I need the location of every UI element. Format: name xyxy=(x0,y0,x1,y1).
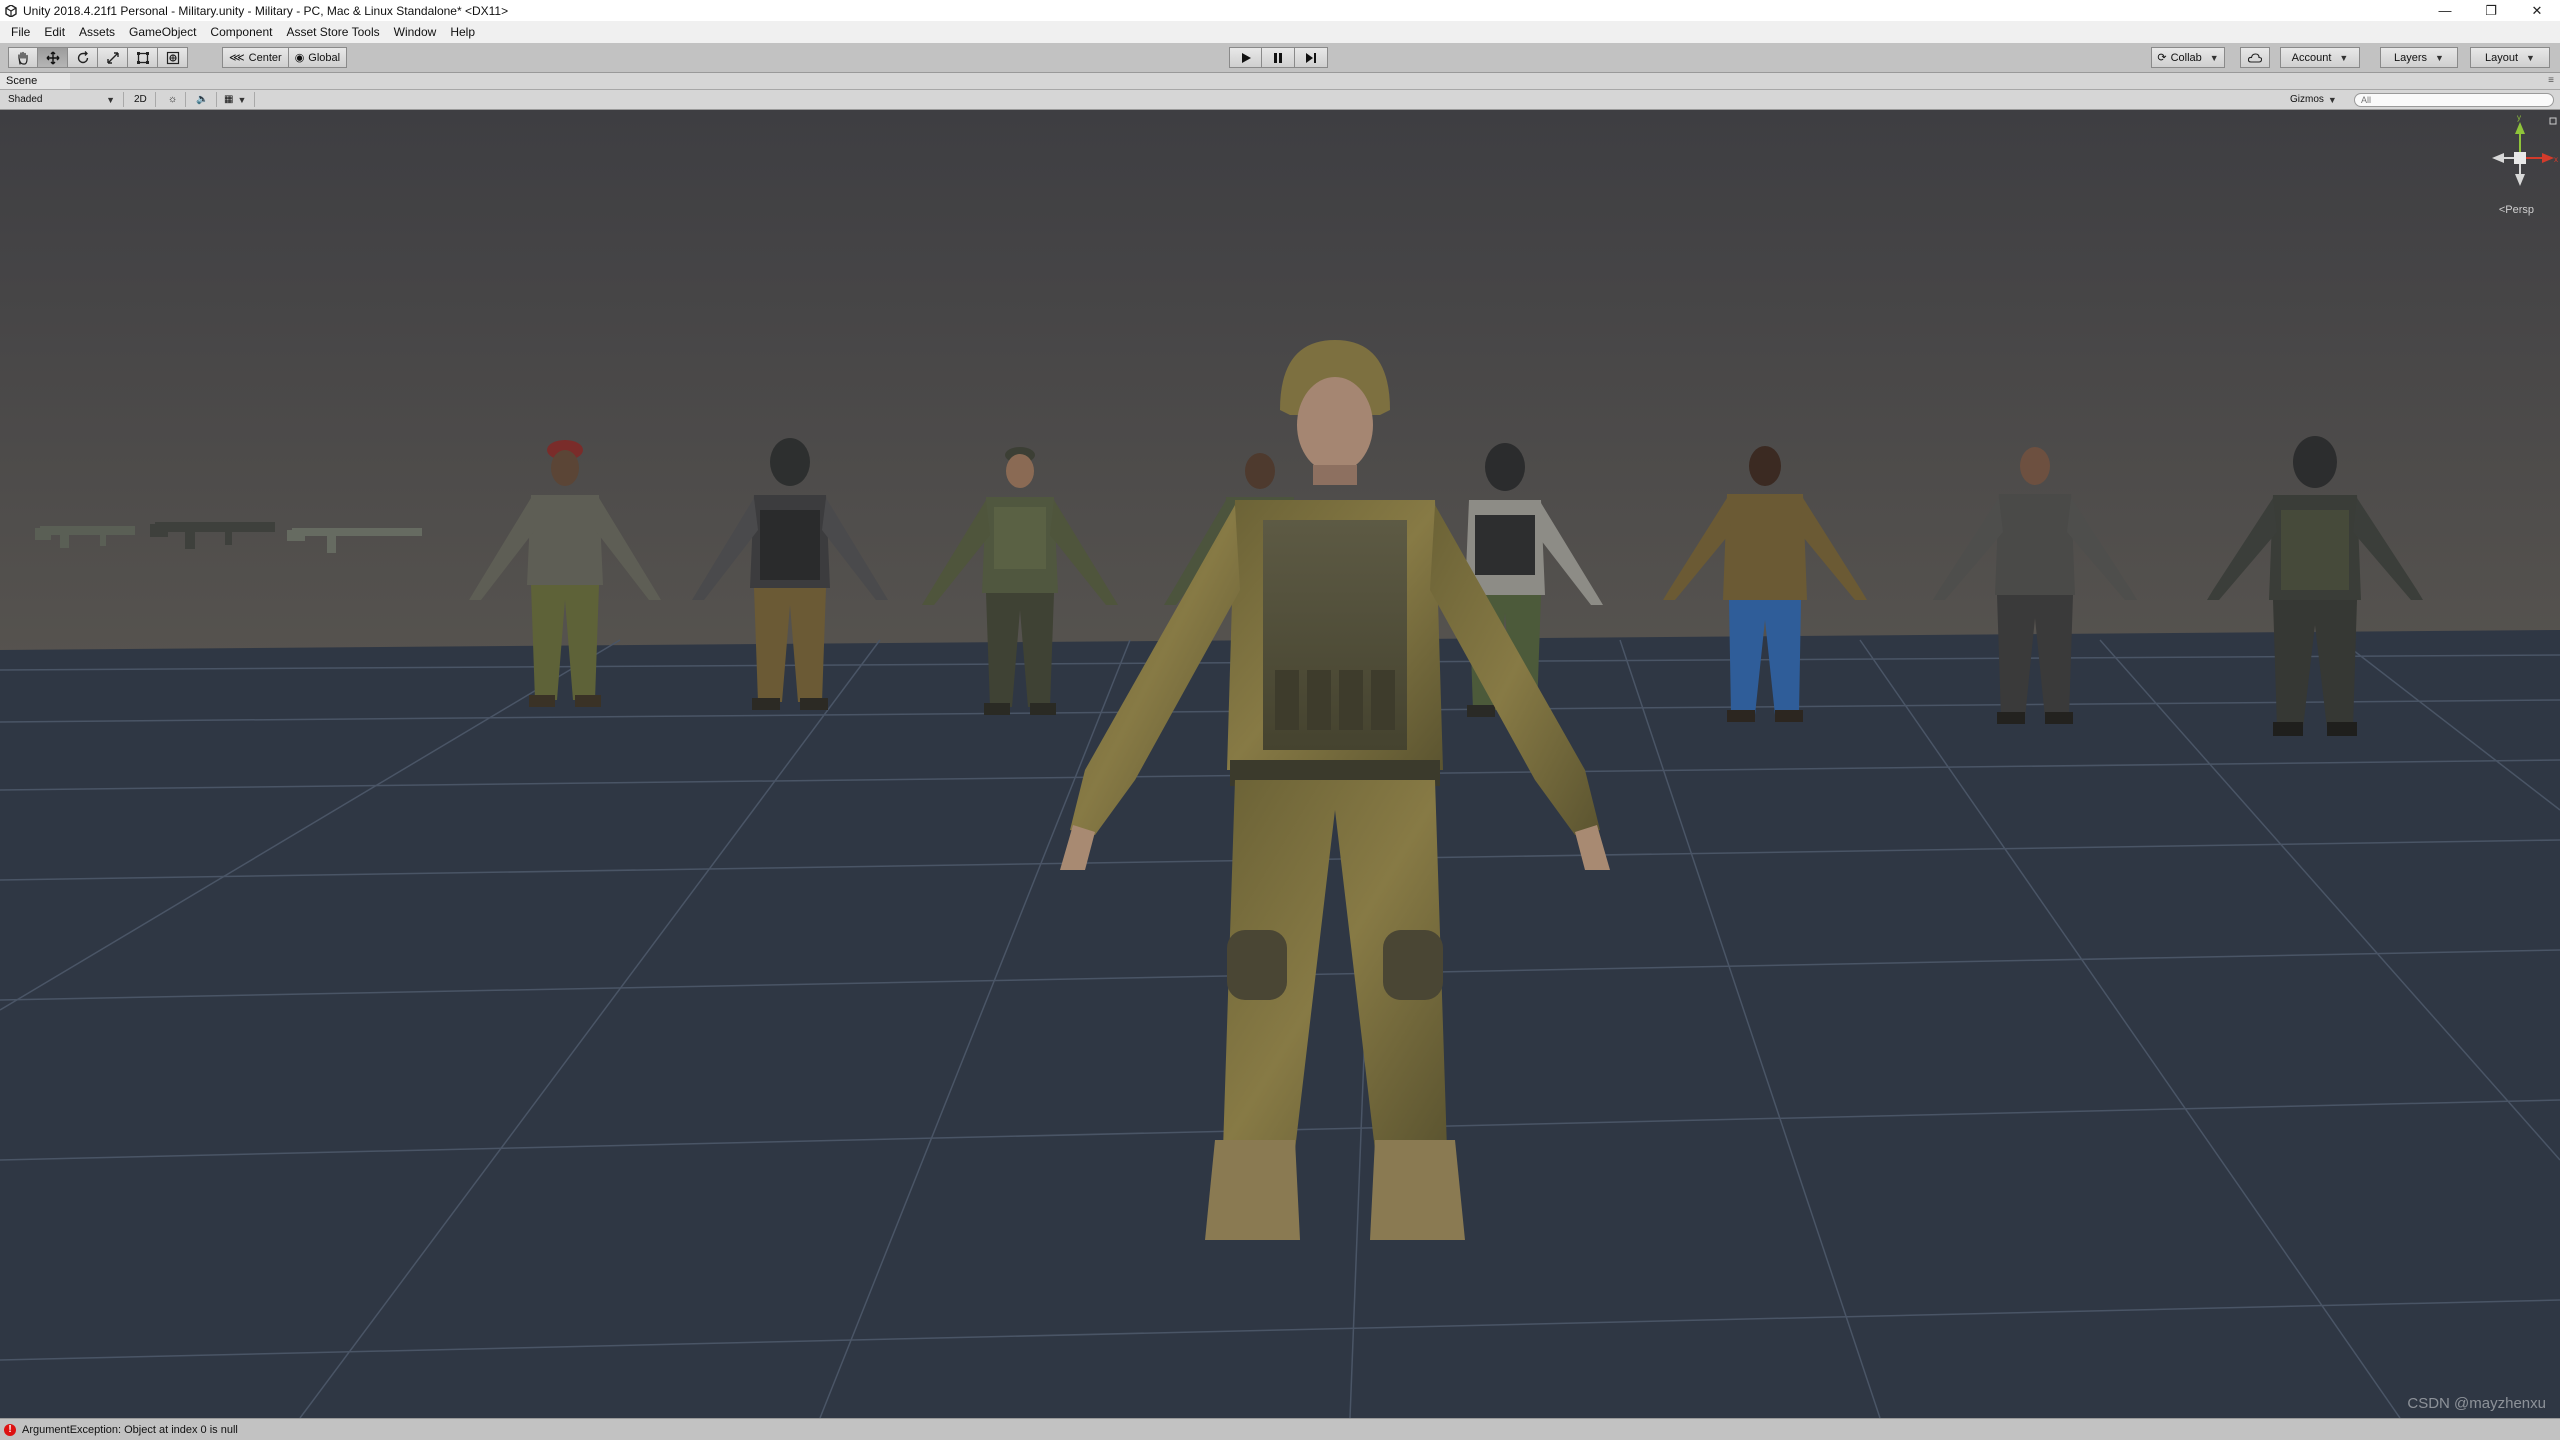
layers-controls: Layers ▼ xyxy=(2380,47,2458,68)
window-title-bar: Unity 2018.4.21f1 Personal - Military.un… xyxy=(0,0,2560,21)
svg-text:y: y xyxy=(2517,113,2521,122)
menu-gameobject[interactable]: GameObject xyxy=(122,25,203,39)
layers-label: Layers xyxy=(2394,51,2428,64)
pause-icon[interactable] xyxy=(1262,47,1295,68)
menu-edit[interactable]: Edit xyxy=(37,25,72,39)
transform-tools xyxy=(8,47,188,68)
tab-scene[interactable]: Scene xyxy=(0,73,70,89)
scene-view-toolbar: Shaded ▼ 2D ☼ 🔈 ▦ ▼ Gizmos ▼ xyxy=(0,90,2560,110)
collab-controls: ⟳ Collab ▼ xyxy=(2151,47,2225,68)
menu-file[interactable]: File xyxy=(4,25,37,39)
play-icon[interactable] xyxy=(1229,47,1262,68)
pivot-center-icon: ⋘ xyxy=(229,52,245,64)
error-icon: ! xyxy=(4,1423,16,1436)
toggle-2d-label: 2D xyxy=(134,94,147,105)
scene-viewport[interactable]: y x <Persp CSDN @mayzhenxu xyxy=(0,110,2560,1418)
menu-bar: File Edit Assets GameObject Component As… xyxy=(0,21,2560,43)
cloud-icon[interactable] xyxy=(2240,47,2270,68)
projection-text: Persp xyxy=(2505,204,2534,216)
collab-icon: ⟳ xyxy=(2157,52,2167,64)
chevron-down-icon: ▼ xyxy=(237,94,247,105)
pivot-center-button[interactable]: ⋘ Center xyxy=(222,47,289,68)
speaker-icon: 🔈 xyxy=(196,94,209,105)
chevron-down-icon: ▼ xyxy=(2209,52,2219,63)
gizmos-dropdown[interactable]: Gizmos ▼ xyxy=(2290,92,2337,107)
chevron-down-icon: ▼ xyxy=(106,94,115,105)
effects-dropdown[interactable]: ▦ ▼ xyxy=(216,92,256,107)
window-title: Unity 2018.4.21f1 Personal - Military.un… xyxy=(23,3,509,18)
tab-menu-icon[interactable]: ≡ xyxy=(2548,75,2554,86)
rotate-tool-icon[interactable] xyxy=(68,47,98,68)
close-icon[interactable]: ✕ xyxy=(2514,0,2560,21)
scale-tool-icon[interactable] xyxy=(98,47,128,68)
layout-label: Layout xyxy=(2485,51,2519,64)
step-icon[interactable] xyxy=(1295,47,1328,68)
collab-label: Collab xyxy=(2170,51,2202,64)
projection-label[interactable]: <Persp xyxy=(2499,204,2534,216)
play-controls xyxy=(1229,47,1328,68)
layout-controls: Layout ▼ xyxy=(2470,47,2550,68)
collab-button[interactable]: ⟳ Collab ▼ xyxy=(2151,47,2225,68)
chevron-down-icon: ▼ xyxy=(2327,94,2337,105)
menu-help[interactable]: Help xyxy=(443,25,482,39)
chevron-down-icon: ▼ xyxy=(2339,52,2349,63)
shading-mode-dropdown[interactable]: Shaded ▼ xyxy=(0,92,124,107)
scene-search-input[interactable] xyxy=(2354,93,2554,107)
menu-window[interactable]: Window xyxy=(387,25,444,39)
menu-assets[interactable]: Assets xyxy=(72,25,122,39)
chevron-down-icon: ▼ xyxy=(2435,52,2444,63)
globe-icon: ◉ xyxy=(294,52,305,64)
rect-tool-icon[interactable] xyxy=(128,47,158,68)
menu-asset-store-tools[interactable]: Asset Store Tools xyxy=(279,25,386,39)
status-message: ArgumentException: Object at index 0 is … xyxy=(22,1423,238,1436)
gizmos-label: Gizmos xyxy=(2290,94,2324,105)
account-dropdown[interactable]: Account ▼ xyxy=(2280,47,2360,68)
toggle-2d-button[interactable]: 2D xyxy=(126,92,156,107)
account-controls: Account ▼ xyxy=(2280,47,2360,68)
audio-toggle[interactable]: 🔈 xyxy=(188,92,218,107)
watermark: CSDN @mayzhenxu xyxy=(2407,1395,2546,1412)
lighting-toggle[interactable]: ☼ xyxy=(160,92,187,107)
pivot-center-label: Center xyxy=(248,51,282,64)
image-icon: ▦ xyxy=(224,94,234,105)
main-toolbar: ⋘ Center ◉ Global ⟳ Collab ▼ Account ▼ L… xyxy=(0,43,2560,73)
chevron-down-icon: ▼ xyxy=(2526,52,2535,63)
minimize-icon[interactable]: — xyxy=(2422,0,2468,21)
pivot-global-label: Global xyxy=(308,51,341,64)
account-label: Account xyxy=(2291,51,2332,64)
shading-mode-label: Shaded xyxy=(8,94,43,105)
menu-component[interactable]: Component xyxy=(203,25,279,39)
move-tool-icon[interactable] xyxy=(38,47,68,68)
hand-tool-icon[interactable] xyxy=(8,47,38,68)
cloud-controls xyxy=(2240,47,2270,68)
svg-text:x: x xyxy=(2554,155,2558,164)
layers-dropdown[interactable]: Layers ▼ xyxy=(2380,47,2458,68)
pivot-controls: ⋘ Center ◉ Global xyxy=(222,47,348,68)
scene-render xyxy=(0,110,2560,1418)
scene-tab-bar: Scene ≡ xyxy=(0,73,2560,90)
sun-icon: ☼ xyxy=(168,94,178,105)
pivot-global-button[interactable]: ◉ Global xyxy=(288,47,348,68)
unity-logo-icon xyxy=(5,4,17,17)
restore-icon[interactable]: ❐ xyxy=(2468,0,2514,21)
console-status-bar[interactable]: ! ArgumentException: Object at index 0 i… xyxy=(0,1418,2560,1440)
layout-dropdown[interactable]: Layout ▼ xyxy=(2470,47,2550,68)
transform-tool-icon[interactable] xyxy=(158,47,188,68)
